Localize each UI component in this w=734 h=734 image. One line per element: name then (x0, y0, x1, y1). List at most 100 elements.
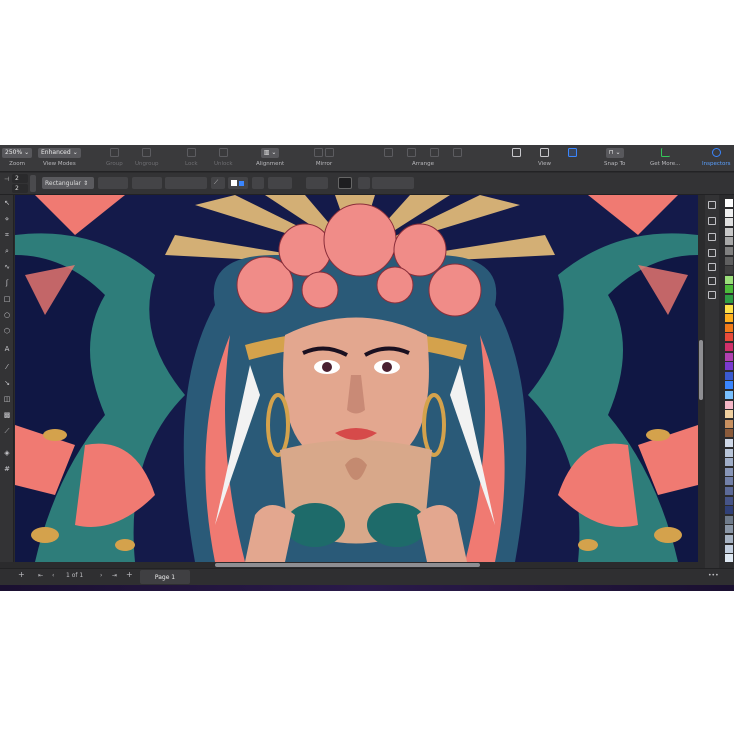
stepper[interactable] (30, 175, 36, 192)
transparency-tool-icon[interactable]: ▩ (3, 411, 11, 419)
palette-swatch[interactable] (725, 295, 733, 303)
layers-icon[interactable] (708, 233, 716, 241)
rectangle-tool-icon[interactable]: □ (3, 295, 11, 303)
mirror-horizontal-icon[interactable] (314, 148, 323, 157)
palette-swatch[interactable] (725, 429, 733, 438)
zoom-tool-icon[interactable]: ⌕ (3, 247, 11, 255)
prop-field-3[interactable] (165, 177, 207, 189)
parallel-dimension-tool-icon[interactable]: ⁄ (3, 363, 11, 371)
palette-swatch[interactable] (725, 458, 733, 467)
palette-swatch[interactable] (725, 400, 733, 409)
alignment-group[interactable]: ▥ ⌄ Alignment (256, 147, 284, 167)
color-eyedropper-tool-icon[interactable]: ⟋ (3, 427, 11, 435)
palette-swatch[interactable] (725, 266, 733, 275)
zoom-dropdown[interactable]: 250% ⌄ (2, 147, 33, 158)
palette-swatch[interactable] (725, 247, 733, 255)
palette-swatch[interactable] (725, 237, 733, 246)
comments-icon[interactable] (708, 249, 716, 257)
shape-tool-icon[interactable]: ⋄ (3, 215, 11, 223)
palette-swatch[interactable] (725, 496, 733, 505)
palette-swatch[interactable] (725, 227, 733, 236)
view-modes-dropdown[interactable]: Enhanced ⌄ (38, 147, 81, 158)
forward-one-icon[interactable] (407, 148, 416, 157)
artistic-media-tool-icon[interactable]: ʃ (3, 279, 11, 287)
back-one-icon[interactable] (430, 148, 439, 157)
ungroup-button[interactable]: Ungroup (135, 147, 159, 167)
shape-type-dropdown[interactable]: Rectangular ⇕ (42, 177, 94, 189)
palette-swatch[interactable] (725, 525, 733, 534)
value-field-top[interactable]: 2 (12, 174, 28, 183)
prop-toggle-2[interactable] (358, 177, 370, 189)
export-icon[interactable] (708, 291, 716, 299)
to-back-icon[interactable] (453, 148, 462, 157)
palette-swatch[interactable] (725, 544, 733, 553)
palette-swatch[interactable] (725, 515, 733, 524)
palette-swatch[interactable] (725, 506, 733, 515)
prop-field-6[interactable] (372, 177, 414, 189)
horizontal-scroll-thumb[interactable] (215, 563, 480, 567)
objects-icon[interactable] (708, 217, 716, 225)
palette-swatch[interactable] (725, 535, 733, 543)
palette-swatch[interactable] (725, 208, 733, 217)
outline-color-picker[interactable] (228, 177, 248, 189)
page-tab[interactable]: Page 1 (140, 570, 190, 584)
tag-icon[interactable] (708, 263, 716, 271)
prop-toggle-1[interactable] (252, 177, 264, 189)
palette-swatch[interactable] (725, 410, 733, 419)
value-field-bottom[interactable]: 2 (12, 184, 28, 193)
palette-swatch[interactable] (725, 448, 733, 457)
grid-icon[interactable] (540, 148, 549, 157)
group-button[interactable]: Group (106, 147, 123, 167)
drawing-canvas[interactable] (15, 195, 698, 562)
alignment-dropdown[interactable]: ▥ ⌄ (260, 147, 280, 158)
snap-to-dropdown[interactable]: ⊓ ⌄ (605, 147, 624, 158)
lock-button[interactable]: Lock (185, 147, 198, 167)
next-page-icon[interactable]: › (100, 572, 102, 579)
rulers-icon[interactable] (512, 148, 521, 157)
palette-swatch[interactable] (725, 199, 733, 207)
palette-swatch[interactable] (725, 391, 733, 399)
mirror-vertical-icon[interactable] (325, 148, 334, 157)
connector-tool-icon[interactable]: ↘ (3, 379, 11, 387)
to-front-icon[interactable] (384, 148, 393, 157)
fill-preview-icon[interactable] (338, 177, 352, 189)
text-tool-icon[interactable]: A (3, 345, 11, 353)
prop-field-5[interactable] (306, 177, 328, 189)
palette-swatch[interactable] (725, 323, 733, 332)
polygon-tool-icon[interactable]: ⬡ (3, 327, 11, 335)
unlock-button[interactable]: Unlock (214, 147, 233, 167)
prop-field-4[interactable] (268, 177, 292, 189)
inspectors-button[interactable]: Inspectors (702, 147, 731, 167)
palette-swatch[interactable] (725, 218, 733, 227)
palette-swatch[interactable] (725, 304, 733, 313)
prop-field-1[interactable] (98, 177, 128, 189)
palette-swatch[interactable] (725, 554, 733, 563)
palette-swatch[interactable] (725, 477, 733, 486)
prev-page-icon[interactable]: ‹ (52, 572, 54, 579)
smart-fill-tool-icon[interactable]: # (3, 465, 11, 473)
palette-swatch[interactable] (725, 381, 733, 390)
first-page-icon[interactable]: ⇤ (38, 572, 43, 579)
palette-swatch[interactable] (725, 343, 733, 351)
palette-swatch[interactable] (725, 419, 733, 428)
prop-field-2[interactable] (132, 177, 162, 189)
mirror-group[interactable]: Mirror (314, 147, 334, 167)
snap-to-group[interactable]: ⊓ ⌄ Snap To (604, 147, 625, 167)
palette-swatch[interactable] (725, 362, 733, 371)
palette-swatch[interactable] (725, 487, 733, 495)
palette-swatch[interactable] (725, 467, 733, 476)
palette-swatch[interactable] (725, 285, 733, 294)
add-page-right-button[interactable]: + (126, 570, 133, 579)
crop-tool-icon[interactable]: ⌗ (3, 231, 11, 239)
ellipse-tool-icon[interactable]: ○ (3, 311, 11, 319)
page-border-icon[interactable] (568, 148, 577, 157)
eyedropper-icon[interactable]: ⟋ (211, 177, 225, 189)
palette-swatch[interactable] (725, 256, 733, 265)
freehand-tool-icon[interactable]: ∿ (3, 263, 11, 271)
pick-tool-icon[interactable]: ↖ (3, 199, 11, 207)
vertical-scroll-thumb[interactable] (699, 340, 703, 400)
palette-swatch[interactable] (725, 314, 733, 323)
palette-swatch[interactable] (725, 333, 733, 342)
last-page-icon[interactable]: ⇥ (112, 572, 117, 579)
palette-swatch[interactable] (725, 275, 733, 284)
